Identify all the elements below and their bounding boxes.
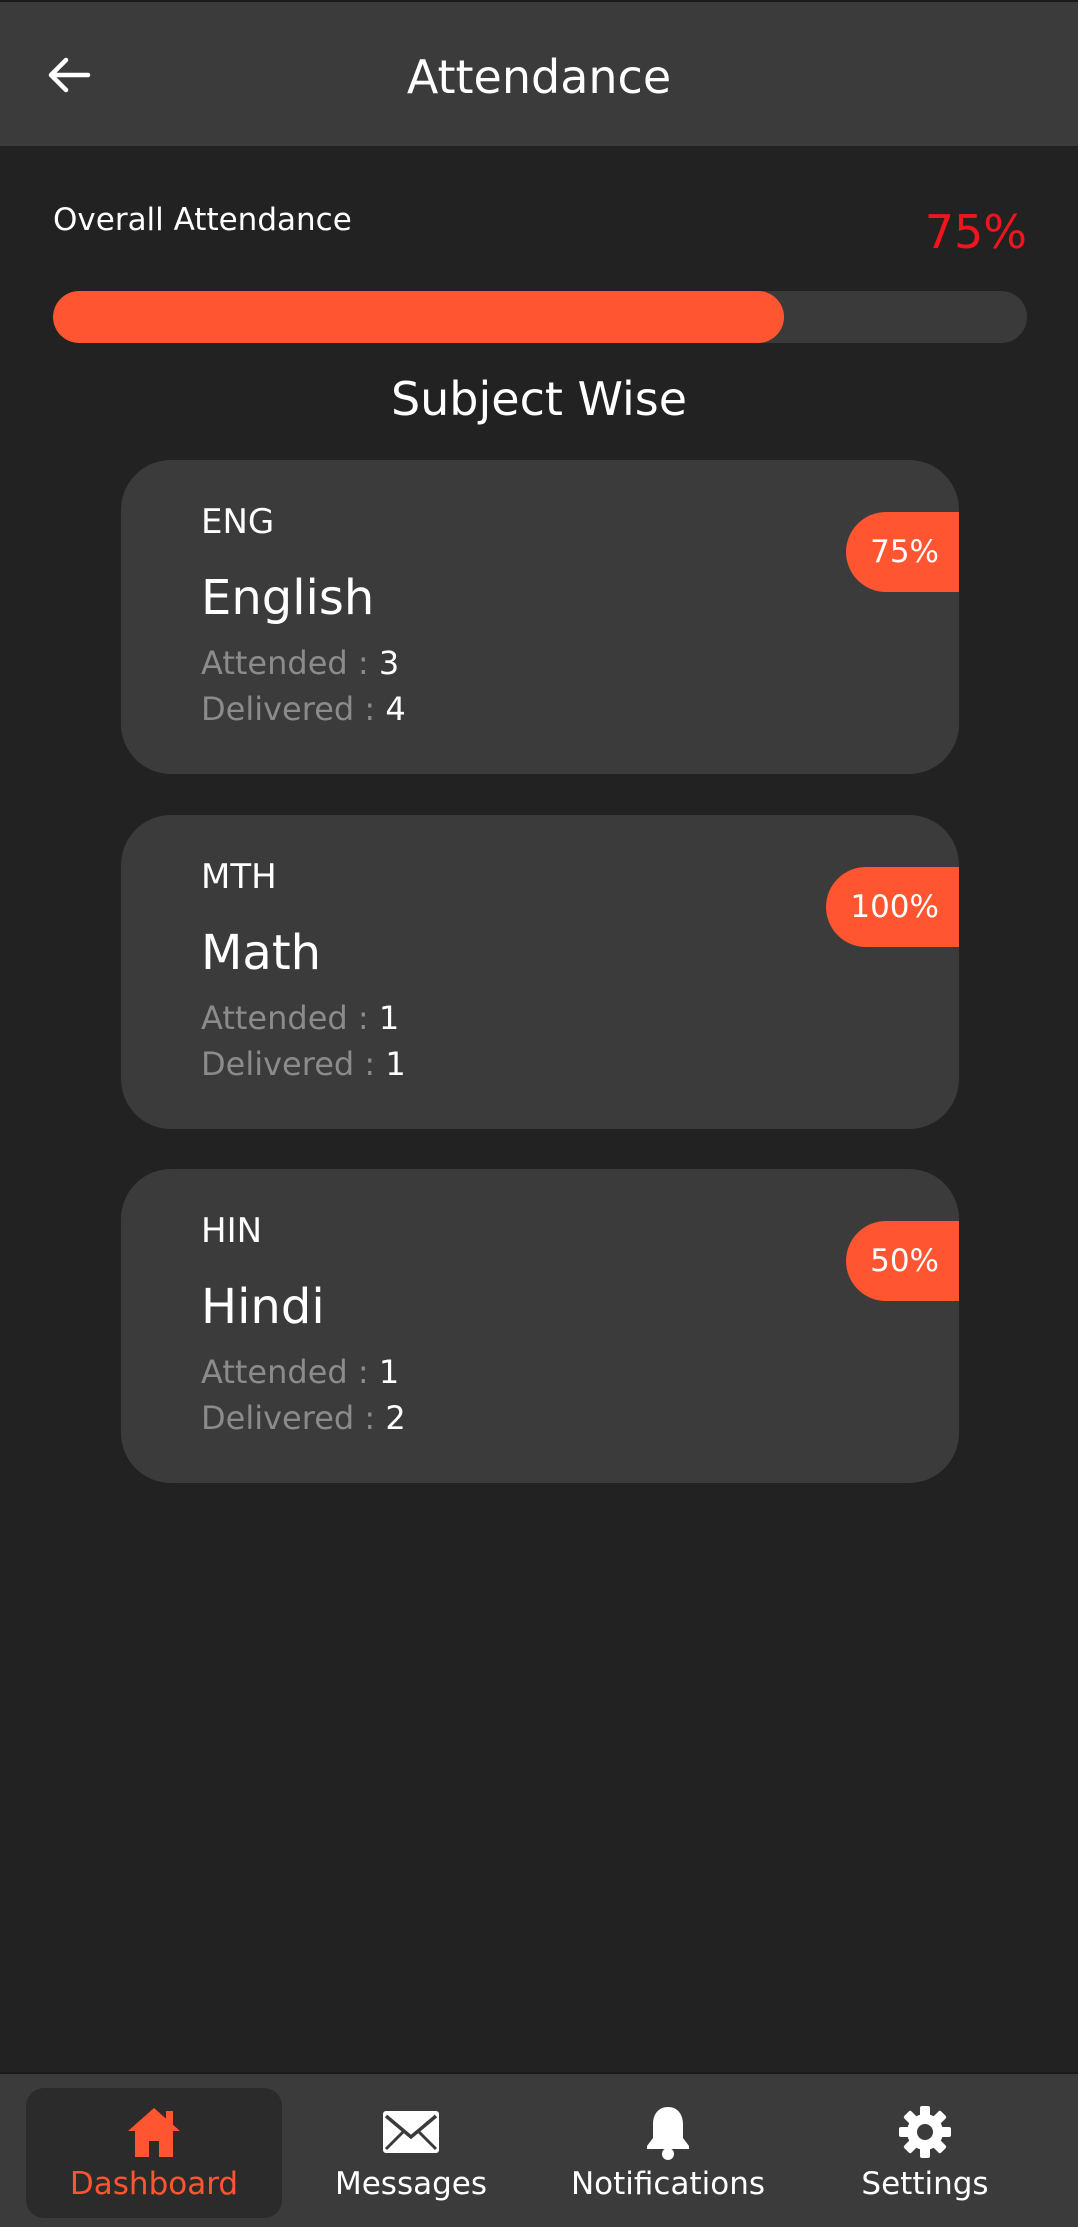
bottom-navigation: Dashboard Messages Notifications Setting… — [0, 2072, 1078, 2227]
attended-stat: Attended : 1 — [201, 999, 399, 1037]
subject-card-math[interactable]: MTH Math Attended : 1 Delivered : 1 100% — [121, 815, 959, 1129]
delivered-value: 4 — [385, 690, 406, 728]
arrow-left-icon — [48, 57, 91, 93]
subject-code: ENG — [201, 502, 275, 542]
page-title: Attendance — [406, 50, 672, 104]
app-bar: Attendance — [0, 0, 1078, 146]
subject-card-english[interactable]: ENG English Attended : 3 Delivered : 4 7… — [121, 460, 959, 774]
attended-stat: Attended : 1 — [201, 1353, 399, 1391]
nav-label: Settings — [861, 2166, 989, 2202]
delivered-label: Delivered : — [201, 1045, 386, 1083]
nav-label: Messages — [334, 2166, 488, 2202]
delivered-stat: Delivered : 2 — [201, 1399, 406, 1437]
subject-card-hindi[interactable]: HIN Hindi Attended : 1 Delivered : 2 50% — [121, 1169, 959, 1483]
gear-icon — [899, 2106, 951, 2158]
subject-percent-badge: 100% — [826, 867, 959, 947]
subject-percent-badge: 75% — [846, 512, 959, 592]
subject-name: Hindi — [201, 1279, 325, 1335]
subject-code: HIN — [201, 1211, 263, 1251]
bell-icon — [647, 2107, 689, 2160]
attended-label: Attended : — [201, 999, 379, 1037]
delivered-label: Delivered : — [201, 690, 386, 728]
nav-dashboard[interactable]: Dashboard — [26, 2088, 282, 2218]
nav-label: Dashboard — [69, 2166, 239, 2202]
nav-settings[interactable]: Settings — [797, 2088, 1053, 2218]
attended-value: 1 — [378, 999, 400, 1037]
progress-fill — [53, 291, 784, 343]
overall-attendance-progress-bar — [53, 291, 1027, 343]
attended-value: 3 — [378, 644, 400, 682]
attended-label: Attended : — [201, 1353, 379, 1391]
nav-notifications[interactable]: Notifications — [540, 2088, 796, 2218]
home-icon — [128, 2108, 180, 2157]
delivered-value: 2 — [385, 1399, 406, 1437]
nav-messages[interactable]: Messages — [283, 2088, 539, 2218]
subject-percent-badge: 50% — [846, 1221, 959, 1301]
nav-label: Notifications — [570, 2166, 766, 2202]
attended-stat: Attended : 3 — [201, 644, 399, 682]
subject-name: Math — [201, 925, 322, 981]
delivered-stat: Delivered : 4 — [201, 690, 406, 728]
delivered-label: Delivered : — [201, 1399, 386, 1437]
subject-name: English — [201, 570, 375, 626]
overall-attendance-label: Overall Attendance — [53, 202, 352, 238]
envelope-icon — [383, 2111, 439, 2153]
delivered-value: 1 — [385, 1045, 406, 1083]
attended-label: Attended : — [201, 644, 379, 682]
overall-attendance-percent: 75% — [924, 205, 1027, 259]
subject-code: MTH — [201, 857, 277, 897]
delivered-stat: Delivered : 1 — [201, 1045, 406, 1083]
attended-value: 1 — [378, 1353, 400, 1391]
section-title: Subject Wise — [390, 372, 688, 426]
back-button[interactable] — [34, 40, 104, 110]
